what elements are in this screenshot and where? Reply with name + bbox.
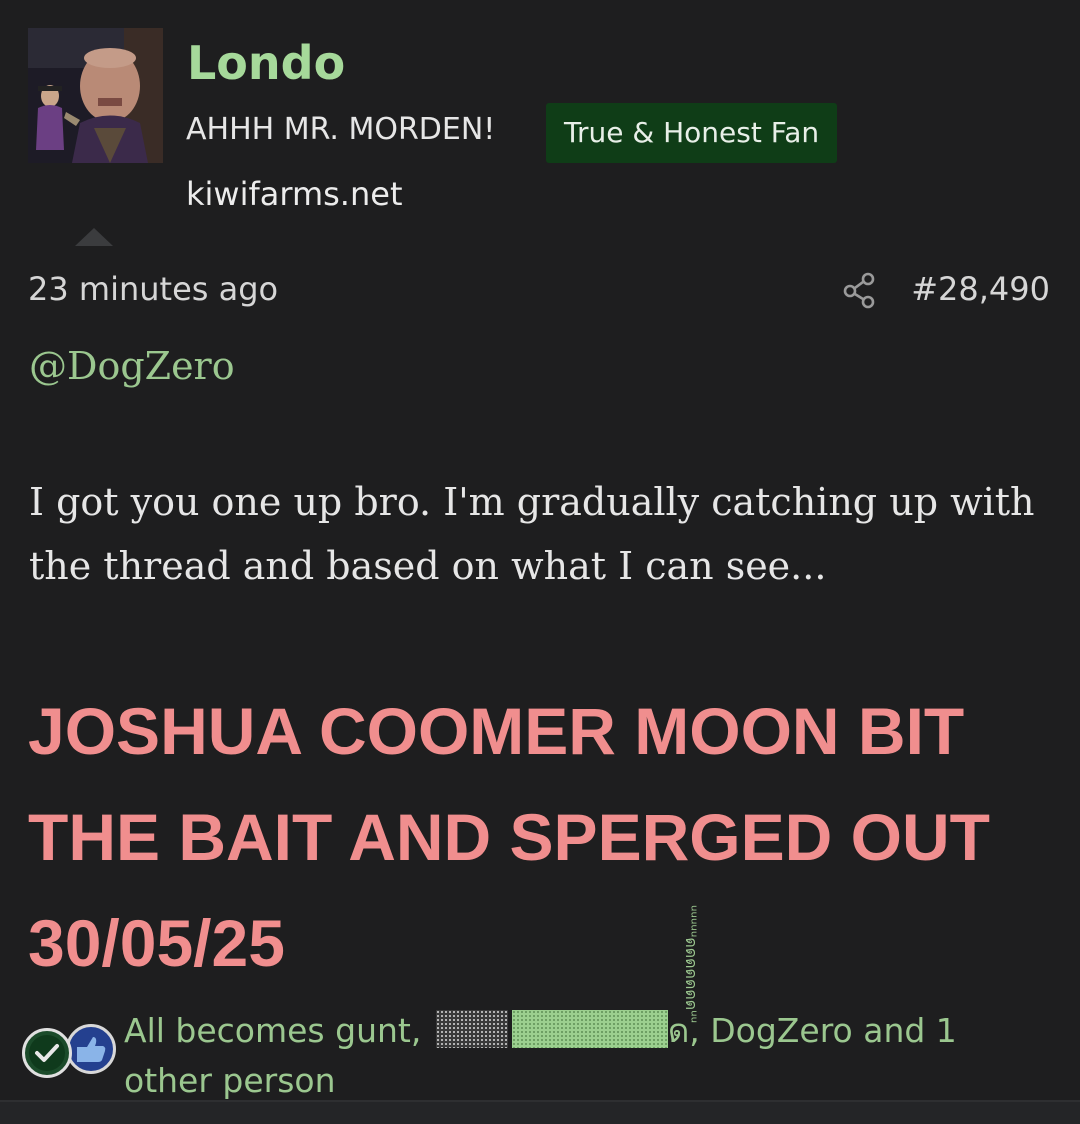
bottom-strip [0,1100,1080,1124]
reaction-list[interactable]: All becomes gunt, ด, DogZero and 1 other… [124,1006,1054,1106]
caret-up-icon [75,228,113,246]
avatar[interactable] [28,28,163,163]
author-site: kiwifarms.net [186,175,403,213]
user-mention[interactable]: @DogZero [29,344,235,388]
reaction-icons[interactable] [22,1020,122,1084]
shout-line: 30/05/25 [28,906,285,980]
author-name[interactable]: Londo [187,36,345,90]
reaction-prefix[interactable]: All becomes gunt, [124,1011,421,1050]
share-icon[interactable] [842,271,878,309]
post-shout: JOSHUA COOMER MOON BIT THE BAIT AND SPER… [28,678,1068,996]
post-timestamp[interactable]: 23 minutes ago [28,270,278,308]
shout-line: THE BAIT AND SPERGED OUT [28,800,990,874]
author-user-title: AHHH MR. MORDEN! [186,112,496,147]
post-container: Londo AHHH MR. MORDEN! True & Honest Fan… [0,0,1080,1100]
redacted-name [435,1010,508,1048]
checkmark-icon [22,1028,72,1078]
shout-line: JOSHUA COOMER MOON BIT [28,694,965,768]
author-banner: True & Honest Fan [546,103,838,163]
post-number[interactable]: #28,490 [911,270,1050,308]
avatar-image [28,28,163,163]
redacted-name [511,1010,668,1048]
reaction-tail-char: ด [667,1011,690,1050]
thumbs-up-icon [66,1024,116,1074]
post-body: I got you one up bro. I'm gradually catc… [29,480,1035,588]
